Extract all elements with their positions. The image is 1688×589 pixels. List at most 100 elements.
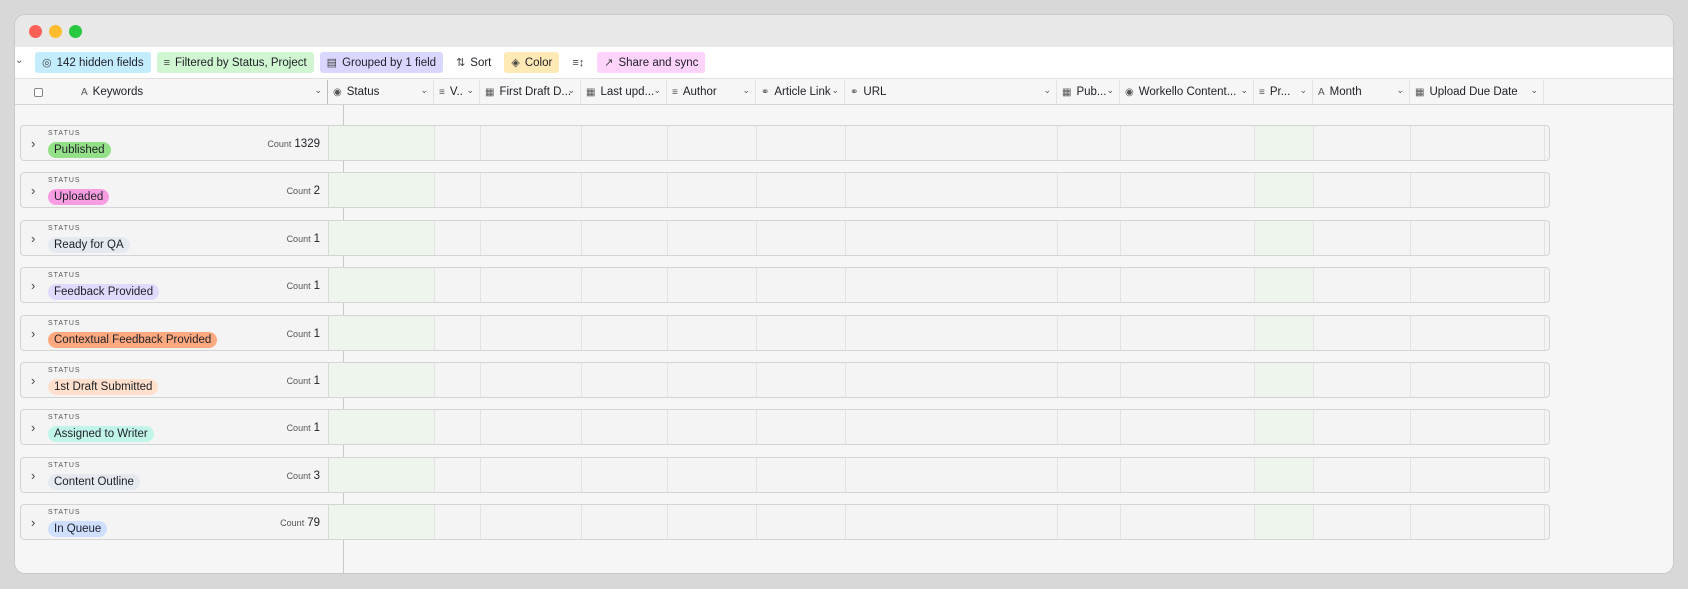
group-button[interactable]: ▤ Grouped by 1 field	[319, 52, 444, 73]
summary-cell[interactable]	[1411, 457, 1545, 492]
summary-cell[interactable]	[481, 220, 582, 255]
summary-cell[interactable]	[1255, 457, 1314, 492]
summary-cell[interactable]	[1121, 126, 1255, 160]
summary-cell[interactable]	[329, 173, 435, 208]
summary-cell[interactable]	[668, 126, 757, 160]
summary-cell[interactable]	[1058, 363, 1121, 397]
summary-cell[interactable]	[757, 173, 846, 208]
summary-cell[interactable]	[582, 268, 668, 303]
summary-cell[interactable]	[481, 268, 582, 303]
group-header[interactable]: › STATUS In Queue Count 79	[21, 505, 329, 540]
summary-cell[interactable]	[757, 410, 846, 445]
summary-cell[interactable]	[1255, 505, 1314, 540]
status-group-row[interactable]: › STATUS Uploaded Count 2	[20, 172, 1550, 209]
summary-cell[interactable]	[1121, 315, 1255, 350]
summary-cell[interactable]	[1121, 505, 1255, 540]
summary-cell[interactable]	[846, 363, 1058, 397]
summary-cell[interactable]	[329, 457, 435, 492]
group-header[interactable]: › STATUS 1st Draft Submitted Count 1	[21, 363, 329, 397]
summary-cell[interactable]	[435, 126, 481, 160]
chevron-down-icon[interactable]: ⌄	[567, 85, 575, 96]
chevron-right-icon[interactable]: ›	[31, 373, 35, 388]
chevron-down-icon[interactable]: ⌄	[1240, 85, 1248, 96]
summary-cell[interactable]	[481, 505, 582, 540]
status-group-row[interactable]: › STATUS In Queue Count 79	[20, 504, 1550, 541]
summary-cell[interactable]	[481, 173, 582, 208]
summary-cell[interactable]	[757, 315, 846, 350]
summary-cell[interactable]	[668, 363, 757, 397]
minimize-window-button[interactable]	[49, 25, 62, 38]
chevron-down-icon[interactable]: ⌄	[420, 85, 428, 96]
column-header-first-draft[interactable]: ▦ First Draft D... ⌄	[480, 80, 581, 104]
summary-cell[interactable]	[435, 220, 481, 255]
column-header-last-updated[interactable]: ▦ Last upd... ⌄	[581, 80, 667, 104]
summary-cell[interactable]	[1121, 363, 1255, 397]
chevron-right-icon[interactable]: ›	[31, 326, 35, 341]
summary-cell[interactable]	[668, 505, 757, 540]
sort-button[interactable]: ⇅ Sort	[449, 52, 498, 73]
summary-cell[interactable]	[1058, 126, 1121, 160]
summary-cell[interactable]	[1314, 173, 1411, 208]
close-window-button[interactable]	[29, 25, 42, 38]
summary-cell[interactable]	[846, 173, 1058, 208]
summary-cell[interactable]	[1314, 505, 1411, 540]
hide-fields-button[interactable]: ◎ 142 hidden fields	[35, 52, 151, 73]
summary-cell[interactable]	[435, 410, 481, 445]
summary-cell[interactable]	[481, 363, 582, 397]
summary-cell[interactable]	[668, 268, 757, 303]
status-group-row[interactable]: › STATUS Contextual Feedback Provided Count…	[20, 314, 1550, 351]
summary-cell[interactable]	[1121, 173, 1255, 208]
chevron-down-icon[interactable]: ⌄	[314, 85, 322, 96]
summary-cell[interactable]	[1058, 315, 1121, 350]
chevron-right-icon[interactable]: ›	[31, 278, 35, 293]
summary-cell[interactable]	[329, 220, 435, 255]
summary-cell[interactable]	[1058, 220, 1121, 255]
chevron-down-icon[interactable]: ⌄	[1530, 85, 1538, 96]
chevron-right-icon[interactable]: ›	[31, 231, 35, 246]
chevron-right-icon[interactable]: ›	[31, 515, 35, 530]
summary-cell[interactable]	[1255, 363, 1314, 397]
summary-cell[interactable]	[1058, 268, 1121, 303]
summary-cell[interactable]	[757, 363, 846, 397]
summary-cell[interactable]	[1255, 126, 1314, 160]
column-header-keywords[interactable]: A Keywords ⌄	[15, 80, 328, 104]
summary-cell[interactable]	[1411, 126, 1545, 160]
summary-cell[interactable]	[846, 268, 1058, 303]
summary-cell[interactable]	[435, 457, 481, 492]
summary-cell[interactable]	[846, 457, 1058, 492]
summary-cell[interactable]	[329, 363, 435, 397]
summary-cell[interactable]	[435, 173, 481, 208]
summary-cell[interactable]	[1314, 220, 1411, 255]
summary-cell[interactable]	[329, 505, 435, 540]
summary-cell[interactable]	[668, 315, 757, 350]
chevron-right-icon[interactable]: ›	[31, 420, 35, 435]
summary-cell[interactable]	[329, 126, 435, 160]
column-header-article-link[interactable]: ⚭ Article Link ⌄	[756, 80, 845, 104]
status-group-row[interactable]: › STATUS Published Count 1329	[20, 125, 1550, 161]
zoom-window-button[interactable]	[69, 25, 82, 38]
column-header-author[interactable]: ≡ Author ⌄	[667, 80, 756, 104]
share-sync-button[interactable]: ↗ Share and sync	[597, 52, 706, 73]
summary-cell[interactable]	[582, 410, 668, 445]
chevron-down-icon[interactable]: ⌄	[653, 85, 661, 96]
summary-cell[interactable]	[435, 363, 481, 397]
summary-cell[interactable]	[582, 457, 668, 492]
column-header-v[interactable]: ≡ V.. ⌄	[434, 80, 480, 104]
summary-cell[interactable]	[1314, 126, 1411, 160]
summary-cell[interactable]	[1255, 268, 1314, 303]
summary-cell[interactable]	[846, 126, 1058, 160]
filter-button[interactable]: ≡ Filtered by Status, Project	[156, 52, 314, 73]
summary-cell[interactable]	[329, 268, 435, 303]
summary-cell[interactable]	[1121, 457, 1255, 492]
group-header[interactable]: › STATUS Feedback Provided Count 1	[21, 268, 329, 303]
chevron-down-icon[interactable]: ⌄	[1043, 85, 1051, 96]
chevron-down-icon[interactable]: ⌄	[1299, 85, 1307, 96]
summary-cell[interactable]	[1255, 173, 1314, 208]
summary-cell[interactable]	[481, 457, 582, 492]
group-header[interactable]: › STATUS Contextual Feedback Provided Count…	[21, 315, 329, 350]
column-header-month[interactable]: A Month ⌄	[1313, 80, 1410, 104]
summary-cell[interactable]	[1411, 363, 1545, 397]
summary-cell[interactable]	[1058, 410, 1121, 445]
summary-cell[interactable]	[1314, 363, 1411, 397]
chevron-down-icon[interactable]: ⌄	[1106, 85, 1114, 96]
